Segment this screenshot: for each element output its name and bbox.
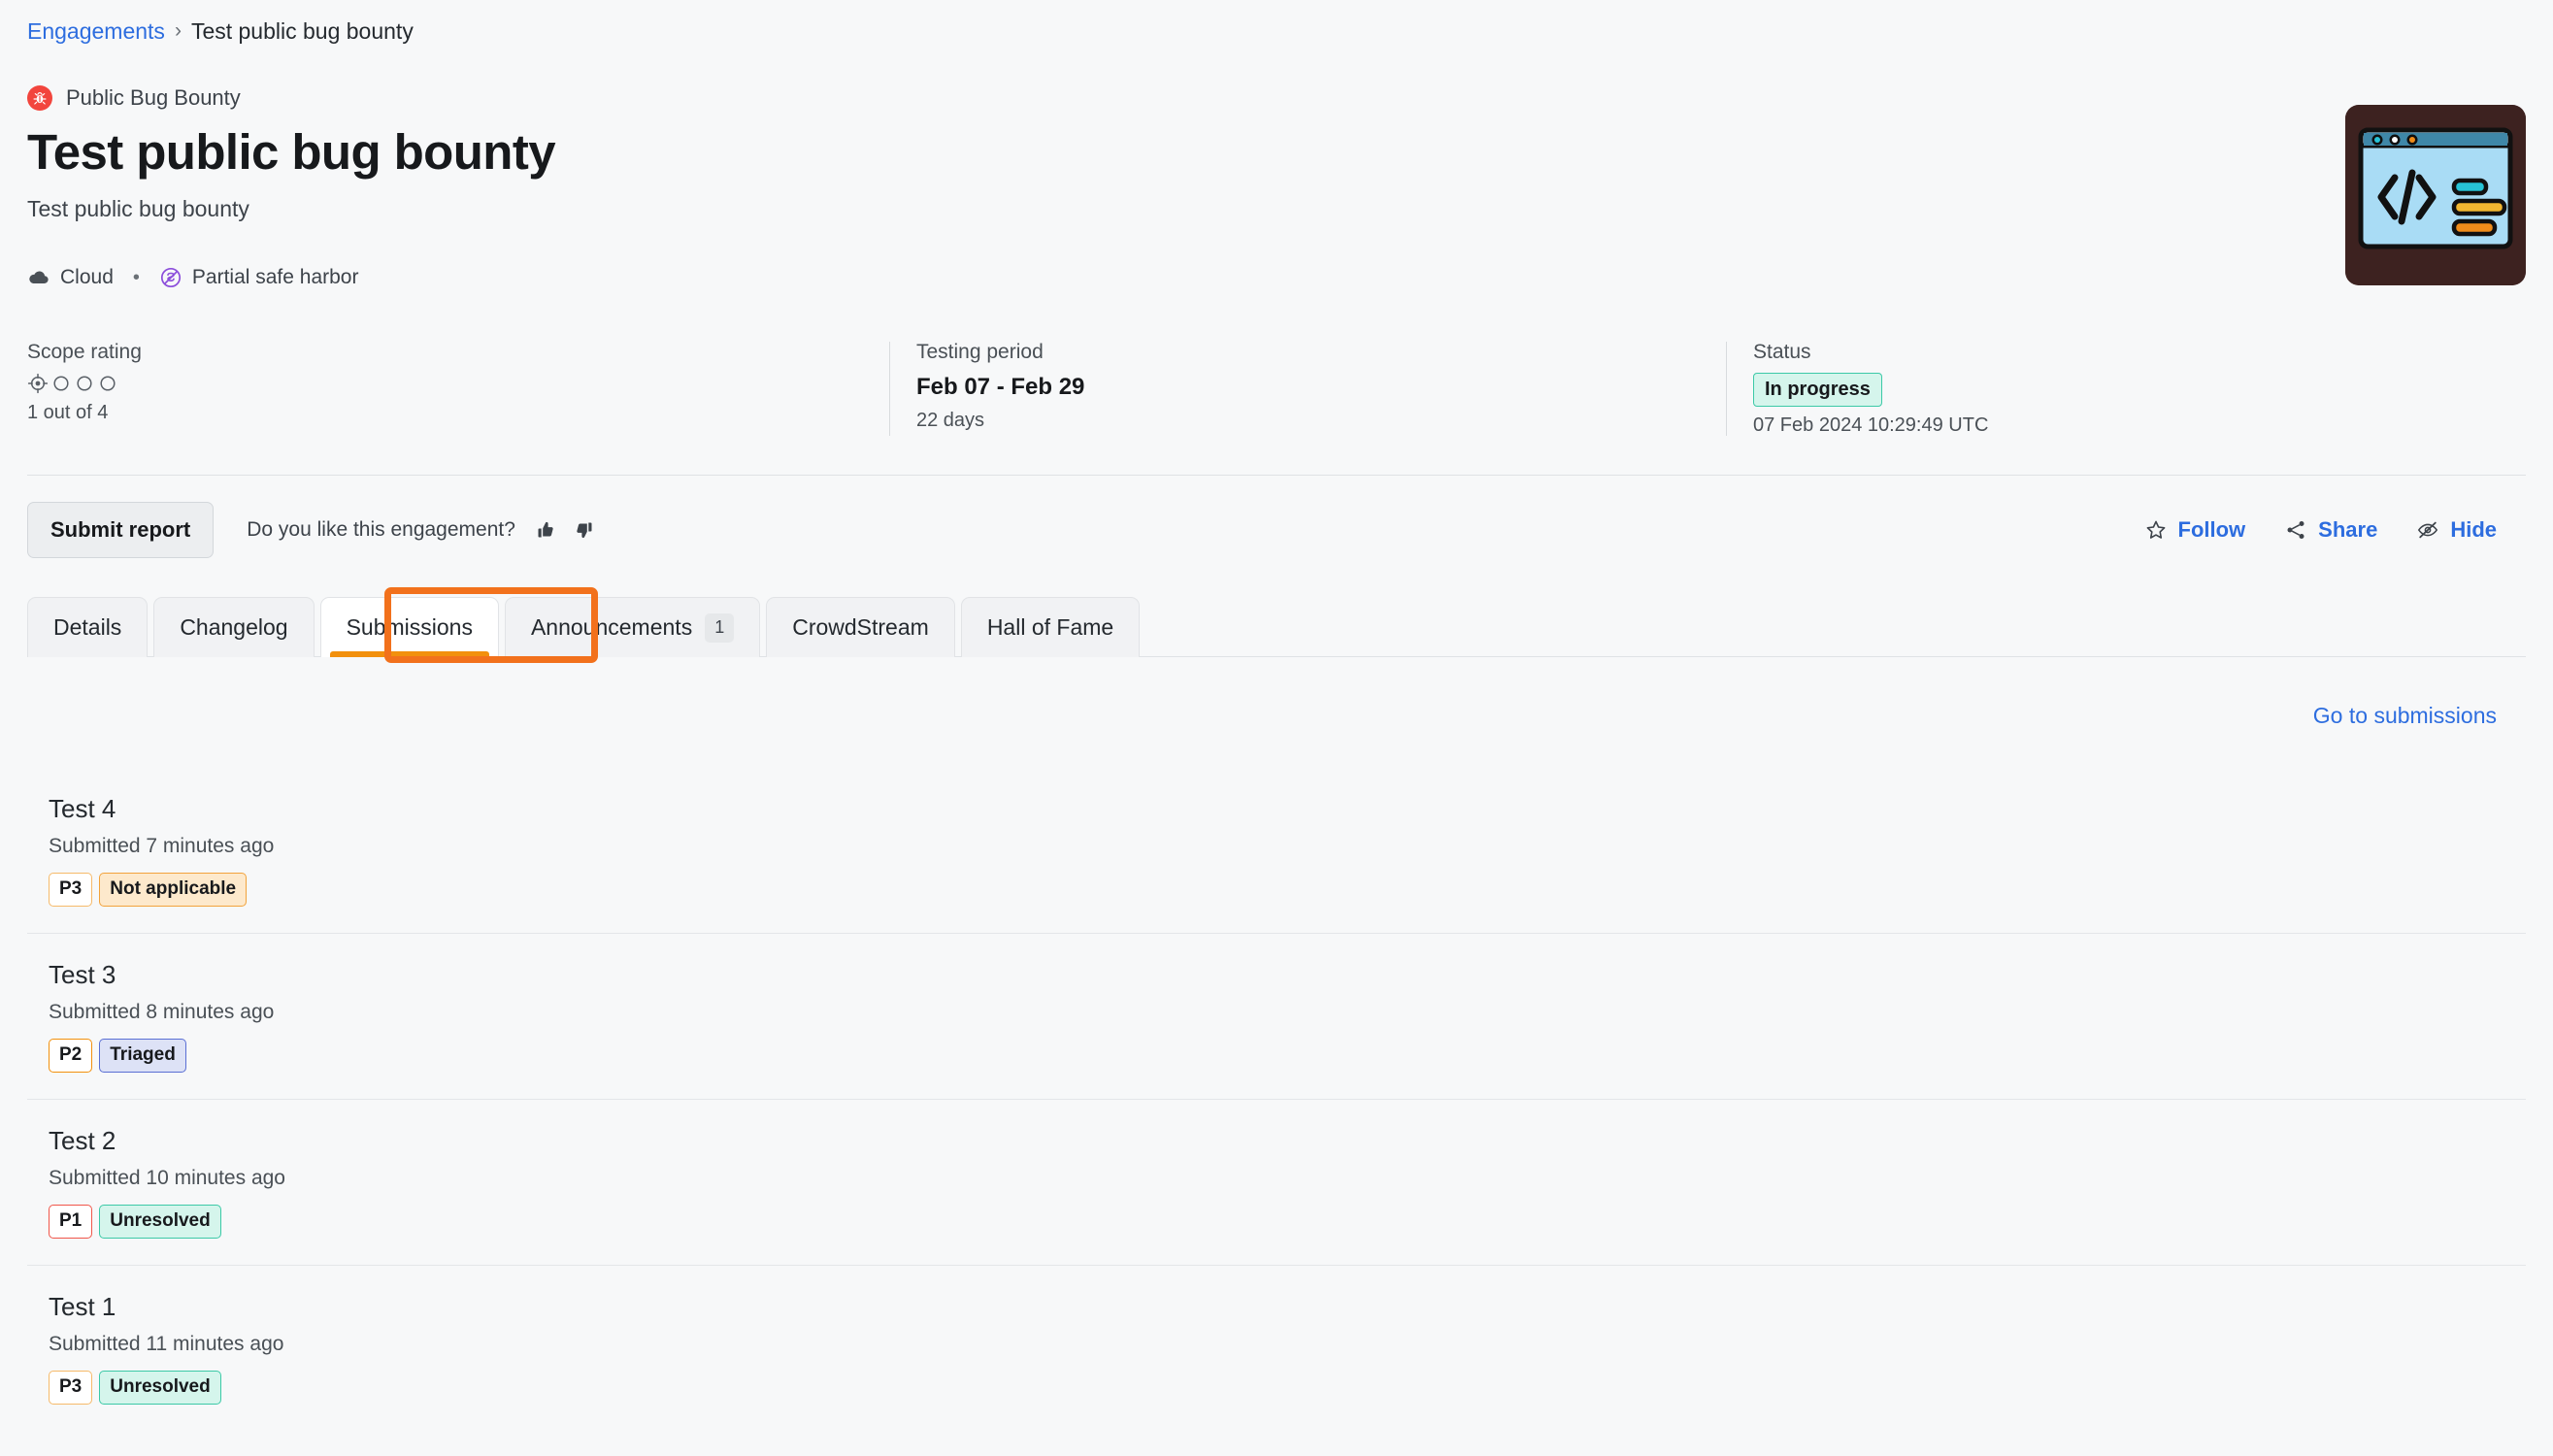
status-badge: In progress	[1753, 373, 1882, 407]
submission-title[interactable]: Test 3	[49, 959, 2526, 990]
engagement-kind-label: Public Bug Bounty	[66, 85, 241, 110]
status-label: Status	[1753, 341, 1811, 363]
engagement-header: Public Bug Bounty Test public bug bounty…	[27, 85, 2526, 289]
engagement-thumbnail	[2345, 105, 2526, 285]
submission-time: Submitted 8 minutes ago	[49, 1001, 275, 1023]
stat-scope-rating: Scope rating 1 out of 4	[27, 340, 889, 438]
submission-badges: P1 Unresolved	[49, 1205, 2526, 1239]
engagement-feedback-group: Do you like this engagement?	[247, 518, 597, 542]
thumbs-up-icon[interactable]	[533, 518, 556, 542]
share-button[interactable]: Share	[2284, 517, 2377, 543]
testing-period-duration: 22 days	[916, 410, 985, 431]
share-icon	[2284, 518, 2307, 542]
meta-label-cloud: Cloud	[60, 266, 114, 288]
follow-label: Follow	[2177, 517, 2246, 542]
engagement-stats: Scope rating 1 out of 4 Testing period F…	[27, 340, 2526, 446]
cloud-icon	[27, 266, 50, 289]
submissions-list: Test 4 Submitted 7 minutes ago P3 Not ap…	[27, 768, 2526, 1431]
safe-harbor-icon	[159, 266, 182, 289]
share-label: Share	[2318, 517, 2378, 542]
status-badge: Unresolved	[99, 1205, 221, 1239]
priority-badge: P3	[49, 1371, 93, 1405]
tab-crowdstream[interactable]: CrowdStream	[766, 597, 955, 657]
submissions-panel: Go to submissions Test 4 Submitted 7 min…	[27, 665, 2526, 1431]
status-badge: Triaged	[99, 1039, 186, 1073]
scope-rating-empty-icon	[50, 373, 72, 394]
submission-row[interactable]: Test 2 Submitted 10 minutes ago P1 Unres…	[27, 1099, 2526, 1265]
testing-period-range: Feb 07 - Feb 29	[916, 374, 1085, 400]
eye-off-icon	[2416, 518, 2439, 542]
feedback-question: Do you like this engagement?	[247, 518, 515, 541]
tab-submissions[interactable]: Submissions	[319, 597, 499, 657]
meta-separator-dot: •	[132, 266, 140, 288]
tab-announcements[interactable]: Announcements 1	[504, 597, 761, 657]
tab-label: Hall of Fame	[986, 614, 1114, 640]
tab-changelog[interactable]: Changelog	[153, 597, 315, 657]
scope-rating-filled-icon	[27, 373, 49, 394]
submit-report-button[interactable]: Submit report	[27, 502, 215, 558]
bug-icon	[27, 85, 52, 111]
scope-rating-value: 1 out of 4	[27, 402, 109, 423]
tab-badge-count: 1	[705, 612, 735, 643]
breadcrumb-separator: ›	[174, 19, 182, 42]
hide-label: Hide	[2450, 517, 2497, 542]
scope-rating-empty-icon	[74, 373, 95, 394]
page-subtitle: Test public bug bounty	[27, 196, 249, 221]
scope-rating-icons	[27, 373, 889, 394]
engagement-tabs-wrap: Details Changelog Submissions Announceme…	[27, 587, 2526, 665]
thumbs-down-icon[interactable]	[574, 518, 597, 542]
status-badge: Not applicable	[99, 873, 248, 907]
priority-badge: P1	[49, 1205, 93, 1239]
header-divider	[27, 475, 2526, 476]
tab-label: Announcements	[530, 614, 693, 640]
go-to-submissions-row: Go to submissions	[27, 671, 2526, 729]
tab-label: Submissions	[346, 614, 473, 640]
breadcrumb-current: Test public bug bounty	[190, 18, 414, 44]
meta-item-safe-harbor: Partial safe harbor	[159, 266, 359, 289]
priority-badge: P2	[49, 1039, 93, 1073]
meta-item-cloud: Cloud	[27, 266, 114, 289]
meta-label-safe-harbor: Partial safe harbor	[191, 266, 359, 288]
submission-badges: P2 Triaged	[49, 1039, 2526, 1073]
priority-badge: P3	[49, 873, 93, 907]
stat-testing-period: Testing period Feb 07 - Feb 29 22 days	[889, 340, 1726, 438]
testing-period-label: Testing period	[916, 341, 1044, 363]
status-badge: Unresolved	[99, 1371, 221, 1405]
submission-badges: P3 Not applicable	[49, 873, 2526, 907]
stat-status: Status In progress 07 Feb 2024 10:29:49 …	[1726, 340, 2211, 438]
engagement-secondary-actions: Follow Share Hide	[2144, 517, 2527, 543]
submission-title[interactable]: Test 4	[49, 793, 2526, 824]
tab-details[interactable]: Details	[27, 597, 149, 657]
engagement-meta-row: Cloud • Partial safe harbor	[27, 266, 2526, 289]
tab-label: Details	[53, 614, 122, 640]
submission-badges: P3 Unresolved	[49, 1371, 2526, 1405]
go-to-submissions-link[interactable]: Go to submissions	[2313, 703, 2497, 729]
page-title: Test public bug bounty	[27, 124, 556, 180]
tab-hall-of-fame[interactable]: Hall of Fame	[960, 597, 1141, 657]
scope-rating-label: Scope rating	[27, 341, 142, 363]
scope-rating-empty-icon	[97, 373, 118, 394]
tab-label: CrowdStream	[792, 614, 929, 640]
follow-button[interactable]: Follow	[2144, 517, 2246, 543]
hide-button[interactable]: Hide	[2416, 517, 2497, 543]
submission-title[interactable]: Test 1	[49, 1291, 2526, 1322]
engagement-tabs: Details Changelog Submissions Announceme…	[27, 593, 2526, 657]
tab-label: Changelog	[180, 614, 288, 640]
submission-row[interactable]: Test 1 Submitted 11 minutes ago P3 Unres…	[27, 1265, 2526, 1431]
submission-time: Submitted 11 minutes ago	[49, 1333, 284, 1355]
star-icon	[2144, 518, 2168, 542]
engagement-action-bar: Submit report Do you like this engagemen…	[27, 502, 2526, 558]
status-timestamp: 07 Feb 2024 10:29:49 UTC	[1753, 414, 1989, 436]
submission-time: Submitted 7 minutes ago	[49, 835, 275, 857]
submission-title[interactable]: Test 2	[49, 1125, 2526, 1156]
submission-time: Submitted 10 minutes ago	[49, 1167, 285, 1189]
engagement-kind-row: Public Bug Bounty	[27, 85, 2526, 111]
breadcrumb: Engagements › Test public bug bounty	[27, 0, 2526, 45]
submission-row[interactable]: Test 3 Submitted 8 minutes ago P2 Triage…	[27, 933, 2526, 1099]
page-root: Engagements › Test public bug bounty Pub…	[0, 0, 2553, 1456]
submission-row[interactable]: Test 4 Submitted 7 minutes ago P3 Not ap…	[27, 768, 2526, 933]
breadcrumb-link-engagements[interactable]: Engagements	[27, 17, 165, 45]
